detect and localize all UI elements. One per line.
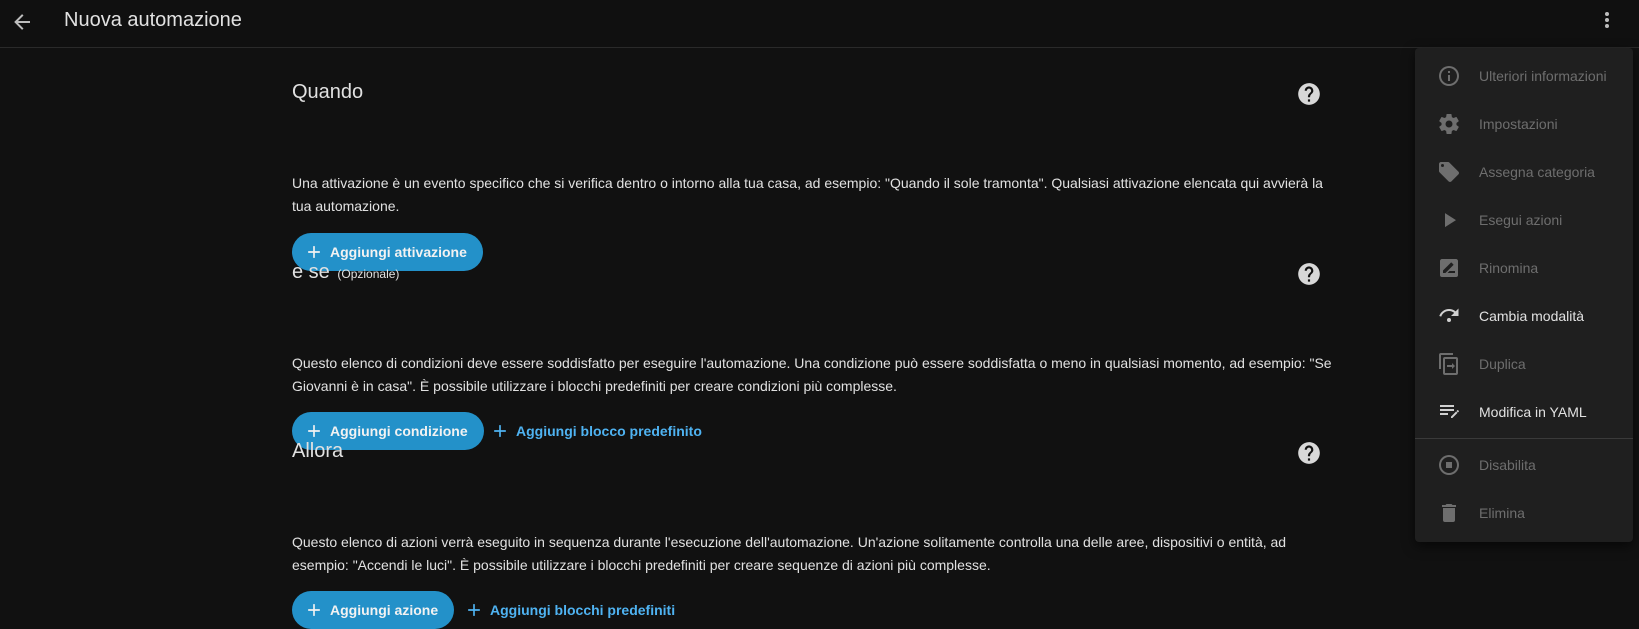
help-circle-icon — [1298, 263, 1320, 285]
top-app-bar: Nuova automazione — [0, 0, 1639, 48]
stop-circle-icon — [1439, 455, 1459, 475]
add-action-building-blocks-label: Aggiungi blocchi predefiniti — [490, 602, 676, 618]
menu-item-run-actions[interactable]: Esegui azioni — [1415, 196, 1633, 244]
more-options-button[interactable] — [1587, 0, 1627, 40]
add-action-label: Aggiungi azione — [330, 602, 439, 618]
conditions-help-button[interactable] — [1296, 261, 1322, 287]
tag-icon — [1439, 162, 1459, 182]
plus-icon — [308, 604, 320, 616]
plus-icon — [308, 425, 320, 437]
menu-item-label: Elimina — [1479, 505, 1525, 521]
add-action-building-blocks-button[interactable]: Aggiungi blocchi predefiniti — [460, 591, 679, 629]
menu-item-label: Cambia modalità — [1479, 308, 1585, 324]
menu-item-label: Disabilita — [1479, 457, 1536, 473]
conditions-title-text: e se — [292, 261, 330, 283]
menu-item-label: Duplica — [1479, 356, 1526, 372]
menu-item-edit-yaml[interactable]: Modifica in YAML — [1415, 388, 1633, 436]
overflow-menu: Ulteriori informazioni Impostazioni Asse… — [1415, 48, 1633, 542]
cog-icon — [1439, 114, 1459, 134]
menu-item-settings[interactable]: Impostazioni — [1415, 100, 1633, 148]
information-icon — [1439, 66, 1459, 86]
menu-item-label: Impostazioni — [1479, 116, 1558, 132]
back-button[interactable] — [2, 2, 42, 42]
conditions-description: Questo elenco di condizioni deve essere … — [292, 355, 1332, 394]
menu-item-change-mode[interactable]: Cambia modalità — [1415, 292, 1633, 340]
play-icon — [1445, 213, 1456, 228]
redo-icon — [1439, 308, 1459, 322]
actions-title: Allora — [292, 440, 344, 462]
menu-item-label: Modifica in YAML — [1479, 404, 1587, 420]
add-condition-building-block-label: Aggiungi blocco predefinito — [516, 423, 702, 439]
help-circle-icon — [1298, 83, 1320, 105]
actions-help-button[interactable] — [1296, 440, 1322, 466]
add-action-button[interactable]: Aggiungi azione — [292, 591, 455, 629]
menu-item-label: Esegui azioni — [1479, 212, 1563, 228]
plus-icon — [468, 604, 480, 616]
menu-item-delete[interactable]: Elimina — [1415, 489, 1633, 537]
plus-icon — [494, 425, 506, 437]
menu-divider — [1415, 438, 1633, 439]
dots-vertical-icon — [1605, 12, 1609, 28]
rename-icon — [1440, 259, 1458, 277]
triggers-help-button[interactable] — [1296, 81, 1322, 107]
conditions-title: e se (Opzionale) — [292, 261, 399, 284]
add-condition-label: Aggiungi condizione — [330, 423, 468, 439]
menu-item-assign-category[interactable]: Assegna categoria — [1415, 148, 1633, 196]
page-title: Nuova automazione — [64, 9, 242, 31]
actions-description: Questo elenco di azioni verrà eseguito i… — [292, 534, 1287, 573]
add-trigger-label: Aggiungi attivazione — [330, 244, 467, 260]
menu-item-duplicate[interactable]: Duplica — [1415, 340, 1633, 388]
triggers-title: Quando — [292, 81, 364, 103]
menu-item-label: Ulteriori informazioni — [1479, 68, 1607, 84]
text-edit-icon — [1440, 405, 1459, 418]
arrow-left-icon — [14, 14, 30, 30]
menu-item-info[interactable]: Ulteriori informazioni — [1415, 52, 1633, 100]
menu-item-label: Rinomina — [1479, 260, 1539, 276]
duplicate-icon — [1439, 353, 1458, 375]
optional-label: (Opzionale) — [337, 267, 400, 281]
menu-item-label: Assegna categoria — [1479, 164, 1595, 180]
menu-item-disable[interactable]: Disabilita — [1415, 441, 1633, 489]
delete-icon — [1442, 504, 1456, 522]
add-condition-building-block-button[interactable]: Aggiungi blocco predefinito — [486, 412, 706, 450]
triggers-description: Una attivazione è un evento specifico ch… — [292, 175, 1323, 214]
plus-icon — [308, 246, 320, 258]
help-circle-icon — [1298, 442, 1320, 464]
menu-item-rename[interactable]: Rinomina — [1415, 244, 1633, 292]
